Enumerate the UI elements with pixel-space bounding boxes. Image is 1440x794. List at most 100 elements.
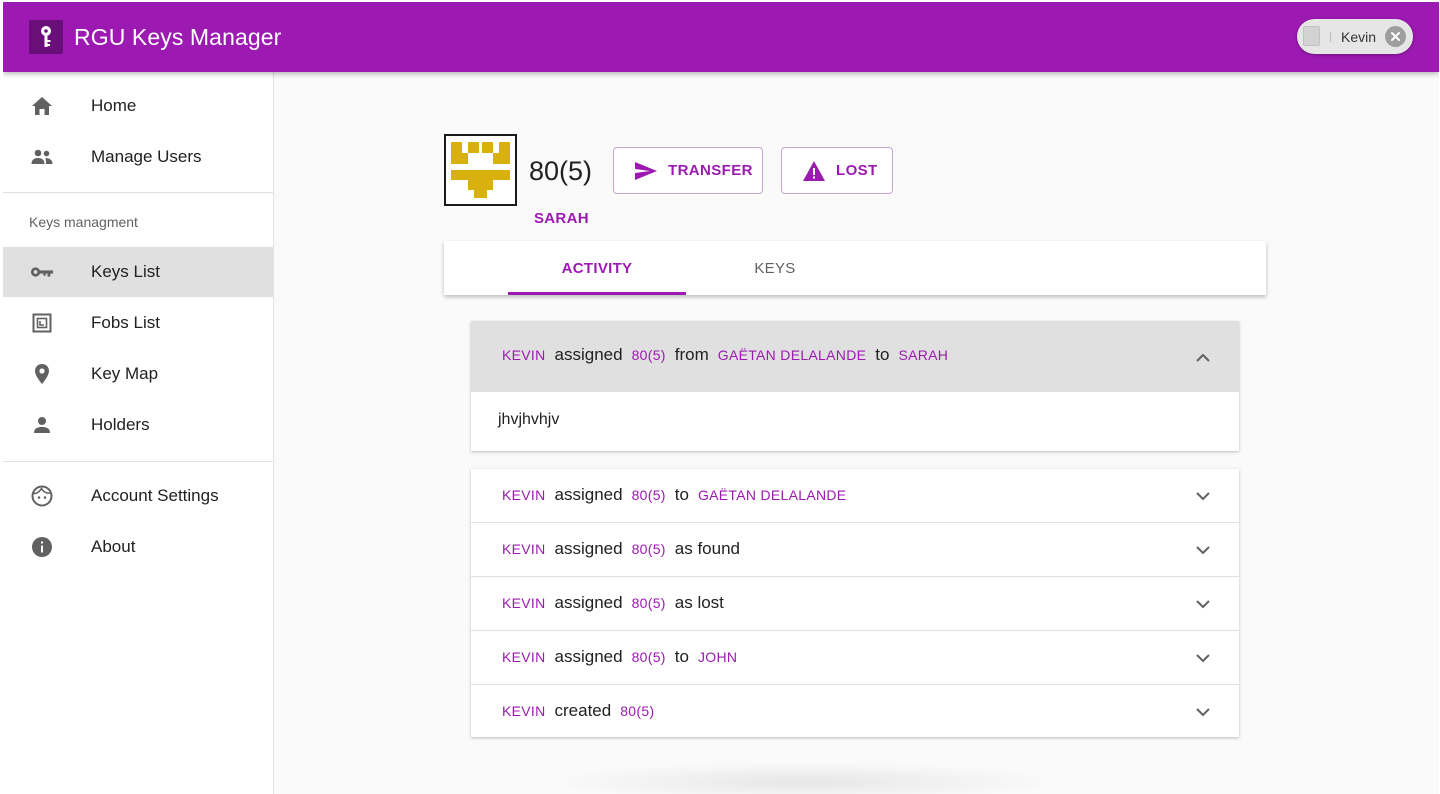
activity-verb: assigned <box>554 593 623 612</box>
activity-verb: created <box>554 701 612 720</box>
to-holder-link[interactable]: SARAH <box>898 347 948 363</box>
activity-verb: assigned <box>554 345 623 364</box>
chevron-down-icon[interactable] <box>1193 648 1213 668</box>
tab-indicator <box>508 292 686 295</box>
sidebar-item-key-map[interactable]: Key Map <box>3 349 273 399</box>
activity-tail: as lost <box>674 593 724 612</box>
divider <box>3 461 273 462</box>
avatar <box>1303 26 1320 46</box>
lost-button[interactable]: LOST <box>781 147 893 194</box>
list-item[interactable]: KEVIN assigned 80(5) as found <box>471 523 1239 576</box>
activity-entry-text: KEVIN assigned 80(5) to JOHN <box>502 647 737 667</box>
sidebar-item-label: Fobs List <box>91 313 160 332</box>
activity-verb: assigned <box>554 485 623 504</box>
people-icon <box>30 145 54 169</box>
sidebar-item-label: Home <box>91 96 137 115</box>
activity-entry-text: KEVIN assigned 80(5) to GAËTAN DELALANDE <box>502 485 846 505</box>
key-identicon <box>444 134 517 206</box>
activity-verb: assigned <box>554 539 623 558</box>
fob-icon <box>30 311 54 335</box>
key-link[interactable]: 80(5) <box>632 347 666 363</box>
sidebar-item-account-settings[interactable]: Account Settings <box>3 471 273 521</box>
list-item[interactable]: KEVIN assigned 80(5) to GAËTAN DELALANDE <box>471 469 1239 522</box>
activity-verb: assigned <box>554 647 623 666</box>
warning-icon <box>801 158 827 184</box>
key-link[interactable]: 80(5) <box>632 541 666 557</box>
chevron-down-icon[interactable] <box>1193 486 1213 506</box>
key-link[interactable]: 80(5) <box>620 703 654 719</box>
sidebar-item-manage-users[interactable]: Manage Users <box>3 132 273 182</box>
chevron-down-icon[interactable] <box>1193 594 1213 614</box>
card-shadow <box>543 762 1063 794</box>
tab-bar: ACTIVITY KEYS <box>444 241 1266 295</box>
activity-entry-text: KEVIN created 80(5) <box>502 701 654 721</box>
sidebar-item-label: Keys List <box>91 262 160 281</box>
app-window: RGU Keys Manager Kevin Home Manage Users… <box>3 2 1439 794</box>
chip-divider <box>1330 32 1331 42</box>
activity-note: jhvjhvhjv <box>498 411 560 428</box>
key-link[interactable]: 80(5) <box>632 595 666 611</box>
user-name: Kevin <box>1341 29 1377 45</box>
chevron-up-icon[interactable] <box>1193 347 1213 367</box>
actor-link[interactable]: KEVIN <box>502 595 546 611</box>
activity-tail: as found <box>674 539 740 558</box>
actor-link[interactable]: KEVIN <box>502 347 546 363</box>
key-icon <box>30 260 54 284</box>
activity-tail: to <box>674 485 689 504</box>
to-word: to <box>875 345 890 364</box>
sidebar-item-label: About <box>91 537 136 556</box>
holder-link[interactable]: JOHN <box>698 649 737 665</box>
tab-activity[interactable]: ACTIVITY <box>508 241 686 295</box>
sidebar-item-label: Account Settings <box>91 486 219 505</box>
close-icon[interactable] <box>1385 26 1406 47</box>
sidebar-item-home[interactable]: Home <box>3 81 273 131</box>
activity-list: KEVIN assigned 80(5) to GAËTAN DELALANDE… <box>471 469 1239 737</box>
sidebar-item-holders[interactable]: Holders <box>3 400 273 450</box>
activity-entry-text: KEVIN assigned 80(5) as lost <box>502 593 724 613</box>
info-icon <box>30 535 54 559</box>
face-icon <box>30 484 54 508</box>
sidebar-item-label: Holders <box>91 415 150 434</box>
sidebar-item-label: Key Map <box>91 364 159 383</box>
holder-link[interactable]: GAËTAN DELALANDE <box>698 487 846 503</box>
actor-link[interactable]: KEVIN <box>502 487 546 503</box>
transfer-button[interactable]: TRANSFER <box>613 147 763 194</box>
key-holder-link[interactable]: SARAH <box>534 210 589 228</box>
key-link[interactable]: 80(5) <box>632 487 666 503</box>
chevron-down-icon[interactable] <box>1193 540 1213 560</box>
activity-entry-text: KEVIN assigned 80(5) from GAËTAN DELALAN… <box>502 345 948 365</box>
send-icon <box>633 158 659 184</box>
key-title: 80(5) <box>529 156 593 186</box>
list-item[interactable]: KEVIN created 80(5) <box>471 685 1239 738</box>
actor-link[interactable]: KEVIN <box>502 541 546 557</box>
location-pin-icon <box>30 362 54 386</box>
list-item[interactable]: KEVIN assigned 80(5) to JOHN <box>471 631 1239 684</box>
home-icon <box>30 94 54 118</box>
tab-keys[interactable]: KEYS <box>686 241 864 295</box>
section-header: Keys managment <box>29 214 138 230</box>
from-holder-link[interactable]: GAËTAN DELALANDE <box>718 347 866 363</box>
activity-entry-text: KEVIN assigned 80(5) as found <box>502 539 740 559</box>
actor-link[interactable]: KEVIN <box>502 703 546 719</box>
activity-tail: to <box>674 647 689 666</box>
chevron-down-icon[interactable] <box>1193 702 1213 722</box>
key-icon <box>29 20 63 54</box>
sidebar-item-label: Manage Users <box>91 147 202 166</box>
actor-link[interactable]: KEVIN <box>502 649 546 665</box>
user-chip[interactable]: Kevin <box>1297 19 1413 54</box>
divider <box>3 192 273 193</box>
app-title: RGU Keys Manager <box>74 24 282 50</box>
sidebar-item-fobs-list[interactable]: Fobs List <box>3 298 273 348</box>
activity-panel-header[interactable]: KEVIN assigned 80(5) from GAËTAN DELALAN… <box>471 321 1239 392</box>
person-icon <box>30 413 54 437</box>
sidebar-item-about[interactable]: About <box>3 522 273 572</box>
sidebar-item-keys-list[interactable]: Keys List <box>3 247 273 297</box>
transfer-label: TRANSFER <box>668 162 753 179</box>
from-word: from <box>674 345 709 364</box>
lost-label: LOST <box>836 162 878 179</box>
list-item[interactable]: KEVIN assigned 80(5) as lost <box>471 577 1239 630</box>
activity-panel-expanded: KEVIN assigned 80(5) from GAËTAN DELALAN… <box>471 321 1239 451</box>
sidebar: Home Manage Users Keys managment Keys Li… <box>3 72 274 794</box>
app-bar: RGU Keys Manager Kevin <box>3 2 1439 72</box>
key-link[interactable]: 80(5) <box>632 649 666 665</box>
